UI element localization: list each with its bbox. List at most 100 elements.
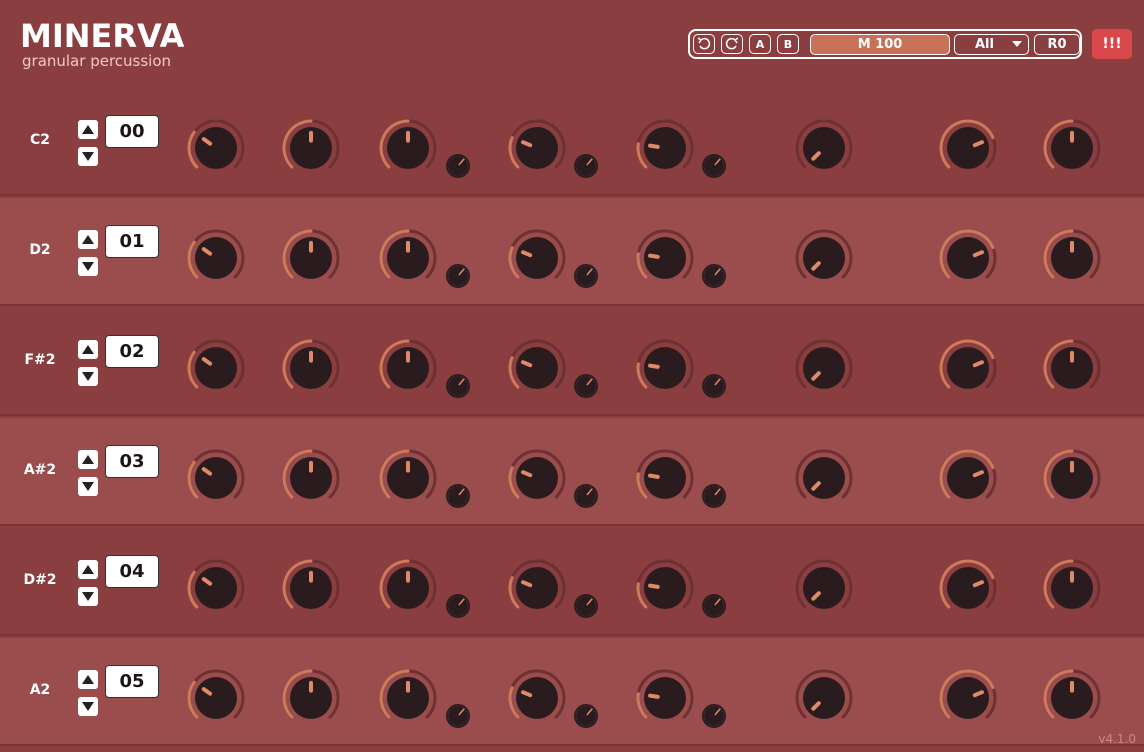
- modulation-knob[interactable]: [701, 483, 727, 509]
- parameter-knob[interactable]: [938, 228, 998, 288]
- pan-knob[interactable]: [1042, 228, 1102, 288]
- parameter-knob[interactable]: [186, 338, 246, 398]
- modulation-knob[interactable]: [573, 703, 599, 729]
- parameter-knob[interactable]: [938, 448, 998, 508]
- parameter-knob[interactable]: [186, 228, 246, 288]
- gpitch-mod-knob[interactable]: [445, 703, 471, 729]
- crush-knob[interactable]: [794, 118, 854, 178]
- modulation-knob[interactable]: [573, 593, 599, 619]
- vol-knob[interactable]: [938, 118, 998, 178]
- grate-mod-knob[interactable]: [701, 373, 727, 399]
- modulation-knob[interactable]: [573, 373, 599, 399]
- parameter-knob[interactable]: [794, 228, 854, 288]
- parameter-knob[interactable]: [378, 338, 438, 398]
- modulation-knob[interactable]: [445, 703, 471, 729]
- gsize-mod-knob[interactable]: [573, 703, 599, 729]
- parameter-knob[interactable]: [1042, 668, 1102, 728]
- grate-mod-knob[interactable]: [701, 703, 727, 729]
- crush-knob[interactable]: [794, 228, 854, 288]
- undo-button[interactable]: [693, 34, 715, 54]
- modulation-knob[interactable]: [573, 153, 599, 179]
- gsize-knob[interactable]: [507, 448, 567, 508]
- sample-index-field[interactable]: 05: [105, 665, 159, 698]
- parameter-knob[interactable]: [635, 668, 695, 728]
- parameter-knob[interactable]: [186, 558, 246, 618]
- parameter-knob[interactable]: [938, 338, 998, 398]
- decrement-button[interactable]: [78, 257, 98, 276]
- gsize-knob[interactable]: [507, 228, 567, 288]
- gpitch-knob[interactable]: [378, 118, 438, 178]
- trim-knob[interactable]: [186, 338, 246, 398]
- gsize-mod-knob[interactable]: [573, 153, 599, 179]
- modulation-knob[interactable]: [445, 483, 471, 509]
- parameter-knob[interactable]: [281, 118, 341, 178]
- redo-button[interactable]: [721, 34, 743, 54]
- parameter-knob[interactable]: [938, 118, 998, 178]
- parameter-knob[interactable]: [1042, 338, 1102, 398]
- trim-knob[interactable]: [186, 448, 246, 508]
- parameter-knob[interactable]: [507, 228, 567, 288]
- filter-select[interactable]: All: [954, 34, 1029, 55]
- preset-button[interactable]: M 100: [810, 34, 950, 55]
- pitch-knob[interactable]: [281, 668, 341, 728]
- vol-knob[interactable]: [938, 668, 998, 728]
- parameter-knob[interactable]: [378, 558, 438, 618]
- trim-knob[interactable]: [186, 118, 246, 178]
- parameter-knob[interactable]: [938, 558, 998, 618]
- gsize-mod-knob[interactable]: [573, 483, 599, 509]
- parameter-knob[interactable]: [635, 338, 695, 398]
- r0-button[interactable]: R0: [1034, 34, 1080, 55]
- parameter-knob[interactable]: [1042, 558, 1102, 618]
- decrement-button[interactable]: [78, 477, 98, 496]
- pan-knob[interactable]: [1042, 338, 1102, 398]
- gsize-knob[interactable]: [507, 118, 567, 178]
- parameter-knob[interactable]: [794, 338, 854, 398]
- modulation-knob[interactable]: [573, 263, 599, 289]
- trim-knob[interactable]: [186, 558, 246, 618]
- grate-knob[interactable]: [635, 558, 695, 618]
- parameter-knob[interactable]: [1042, 118, 1102, 178]
- modulation-knob[interactable]: [445, 593, 471, 619]
- parameter-knob[interactable]: [186, 448, 246, 508]
- parameter-knob[interactable]: [507, 668, 567, 728]
- gsize-mod-knob[interactable]: [573, 593, 599, 619]
- pan-knob[interactable]: [1042, 558, 1102, 618]
- gsize-knob[interactable]: [507, 558, 567, 618]
- modulation-knob[interactable]: [701, 373, 727, 399]
- vol-knob[interactable]: [938, 338, 998, 398]
- parameter-knob[interactable]: [507, 558, 567, 618]
- parameter-knob[interactable]: [1042, 228, 1102, 288]
- alert-button[interactable]: !!!: [1092, 29, 1132, 59]
- gpitch-mod-knob[interactable]: [445, 263, 471, 289]
- parameter-knob[interactable]: [281, 228, 341, 288]
- grate-mod-knob[interactable]: [701, 263, 727, 289]
- parameter-knob[interactable]: [378, 668, 438, 728]
- pan-knob[interactable]: [1042, 448, 1102, 508]
- grate-knob[interactable]: [635, 448, 695, 508]
- parameter-knob[interactable]: [378, 228, 438, 288]
- trim-knob[interactable]: [186, 668, 246, 728]
- modulation-knob[interactable]: [701, 263, 727, 289]
- parameter-knob[interactable]: [794, 668, 854, 728]
- increment-button[interactable]: [78, 450, 98, 469]
- vol-knob[interactable]: [938, 228, 998, 288]
- parameter-knob[interactable]: [186, 668, 246, 728]
- parameter-knob[interactable]: [281, 558, 341, 618]
- sample-index-field[interactable]: 04: [105, 555, 159, 588]
- grate-mod-knob[interactable]: [701, 153, 727, 179]
- parameter-knob[interactable]: [635, 228, 695, 288]
- gpitch-mod-knob[interactable]: [445, 153, 471, 179]
- grate-knob[interactable]: [635, 228, 695, 288]
- parameter-knob[interactable]: [635, 558, 695, 618]
- decrement-button[interactable]: [78, 367, 98, 386]
- increment-button[interactable]: [78, 560, 98, 579]
- parameter-knob[interactable]: [507, 338, 567, 398]
- gsize-mod-knob[interactable]: [573, 263, 599, 289]
- pitch-knob[interactable]: [281, 558, 341, 618]
- grate-mod-knob[interactable]: [701, 483, 727, 509]
- gpitch-mod-knob[interactable]: [445, 373, 471, 399]
- decrement-button[interactable]: [78, 697, 98, 716]
- a-button[interactable]: A: [749, 34, 771, 54]
- parameter-knob[interactable]: [281, 338, 341, 398]
- gpitch-knob[interactable]: [378, 448, 438, 508]
